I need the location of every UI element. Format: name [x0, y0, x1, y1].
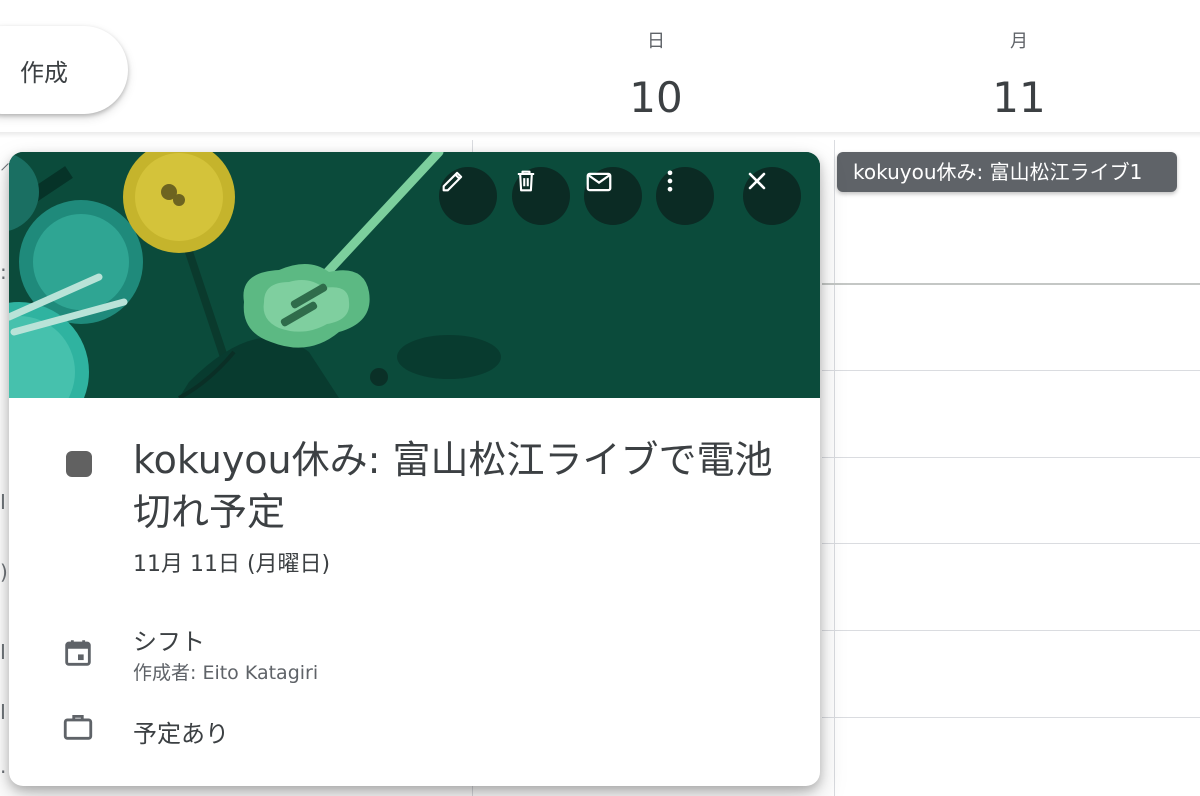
event-header-illustration: [9, 152, 820, 398]
delete-event-button[interactable]: [512, 167, 570, 225]
day-number[interactable]: 11: [959, 70, 1079, 126]
calendar-owner: 作成者: Eito Katagiri: [133, 662, 319, 684]
grid-hour-line: [822, 457, 1200, 458]
grid-hour-line: [822, 717, 1200, 718]
day-of-week-label: 月: [1010, 31, 1028, 52]
grid-allday-divider: [822, 283, 1200, 285]
event-color-square: [66, 451, 92, 477]
event-details-popup: kokuyou休み: 富山松江ライブで電池切れ予定 11月 11日 (月曜日) …: [9, 152, 820, 786]
event-title: kokuyou休み: 富山松江ライブで電池切れ予定: [133, 438, 773, 534]
grid-hour-line: [822, 370, 1200, 371]
briefcase-icon: [63, 714, 93, 740]
calendar-name: シフト: [133, 628, 205, 656]
day-number[interactable]: 10: [596, 70, 716, 126]
event-date: 11月 11日 (月曜日): [133, 552, 331, 577]
grid-column-divider: [834, 140, 835, 796]
day-header-sunday[interactable]: 日 10: [596, 28, 716, 126]
close-icon: [748, 172, 766, 190]
calendar-icon: [65, 640, 91, 666]
close-popup-button[interactable]: [743, 167, 801, 225]
create-button-label: 作成: [20, 58, 68, 87]
edit-event-button[interactable]: [439, 167, 497, 225]
grid-hour-line: [822, 543, 1200, 544]
event-chip-tooltip: kokuyou休み: 富山松江ライブ1: [837, 152, 1177, 192]
tooltip-text: kokuyou休み: 富山松江ライブ1: [853, 160, 1143, 184]
create-button[interactable]: 作成: [0, 26, 128, 114]
day-of-week-label: 日: [647, 31, 665, 52]
more-vert-icon: [667, 170, 673, 192]
mail-icon: [586, 172, 612, 192]
availability-status: 予定あり: [133, 720, 229, 748]
pencil-icon: [442, 171, 463, 192]
email-guests-button[interactable]: [584, 167, 642, 225]
trash-icon: [517, 170, 535, 192]
grid-hour-line: [822, 630, 1200, 631]
more-options-button[interactable]: [656, 167, 714, 225]
header-divider: [0, 132, 1200, 138]
day-header-monday[interactable]: 月 11: [959, 28, 1079, 126]
